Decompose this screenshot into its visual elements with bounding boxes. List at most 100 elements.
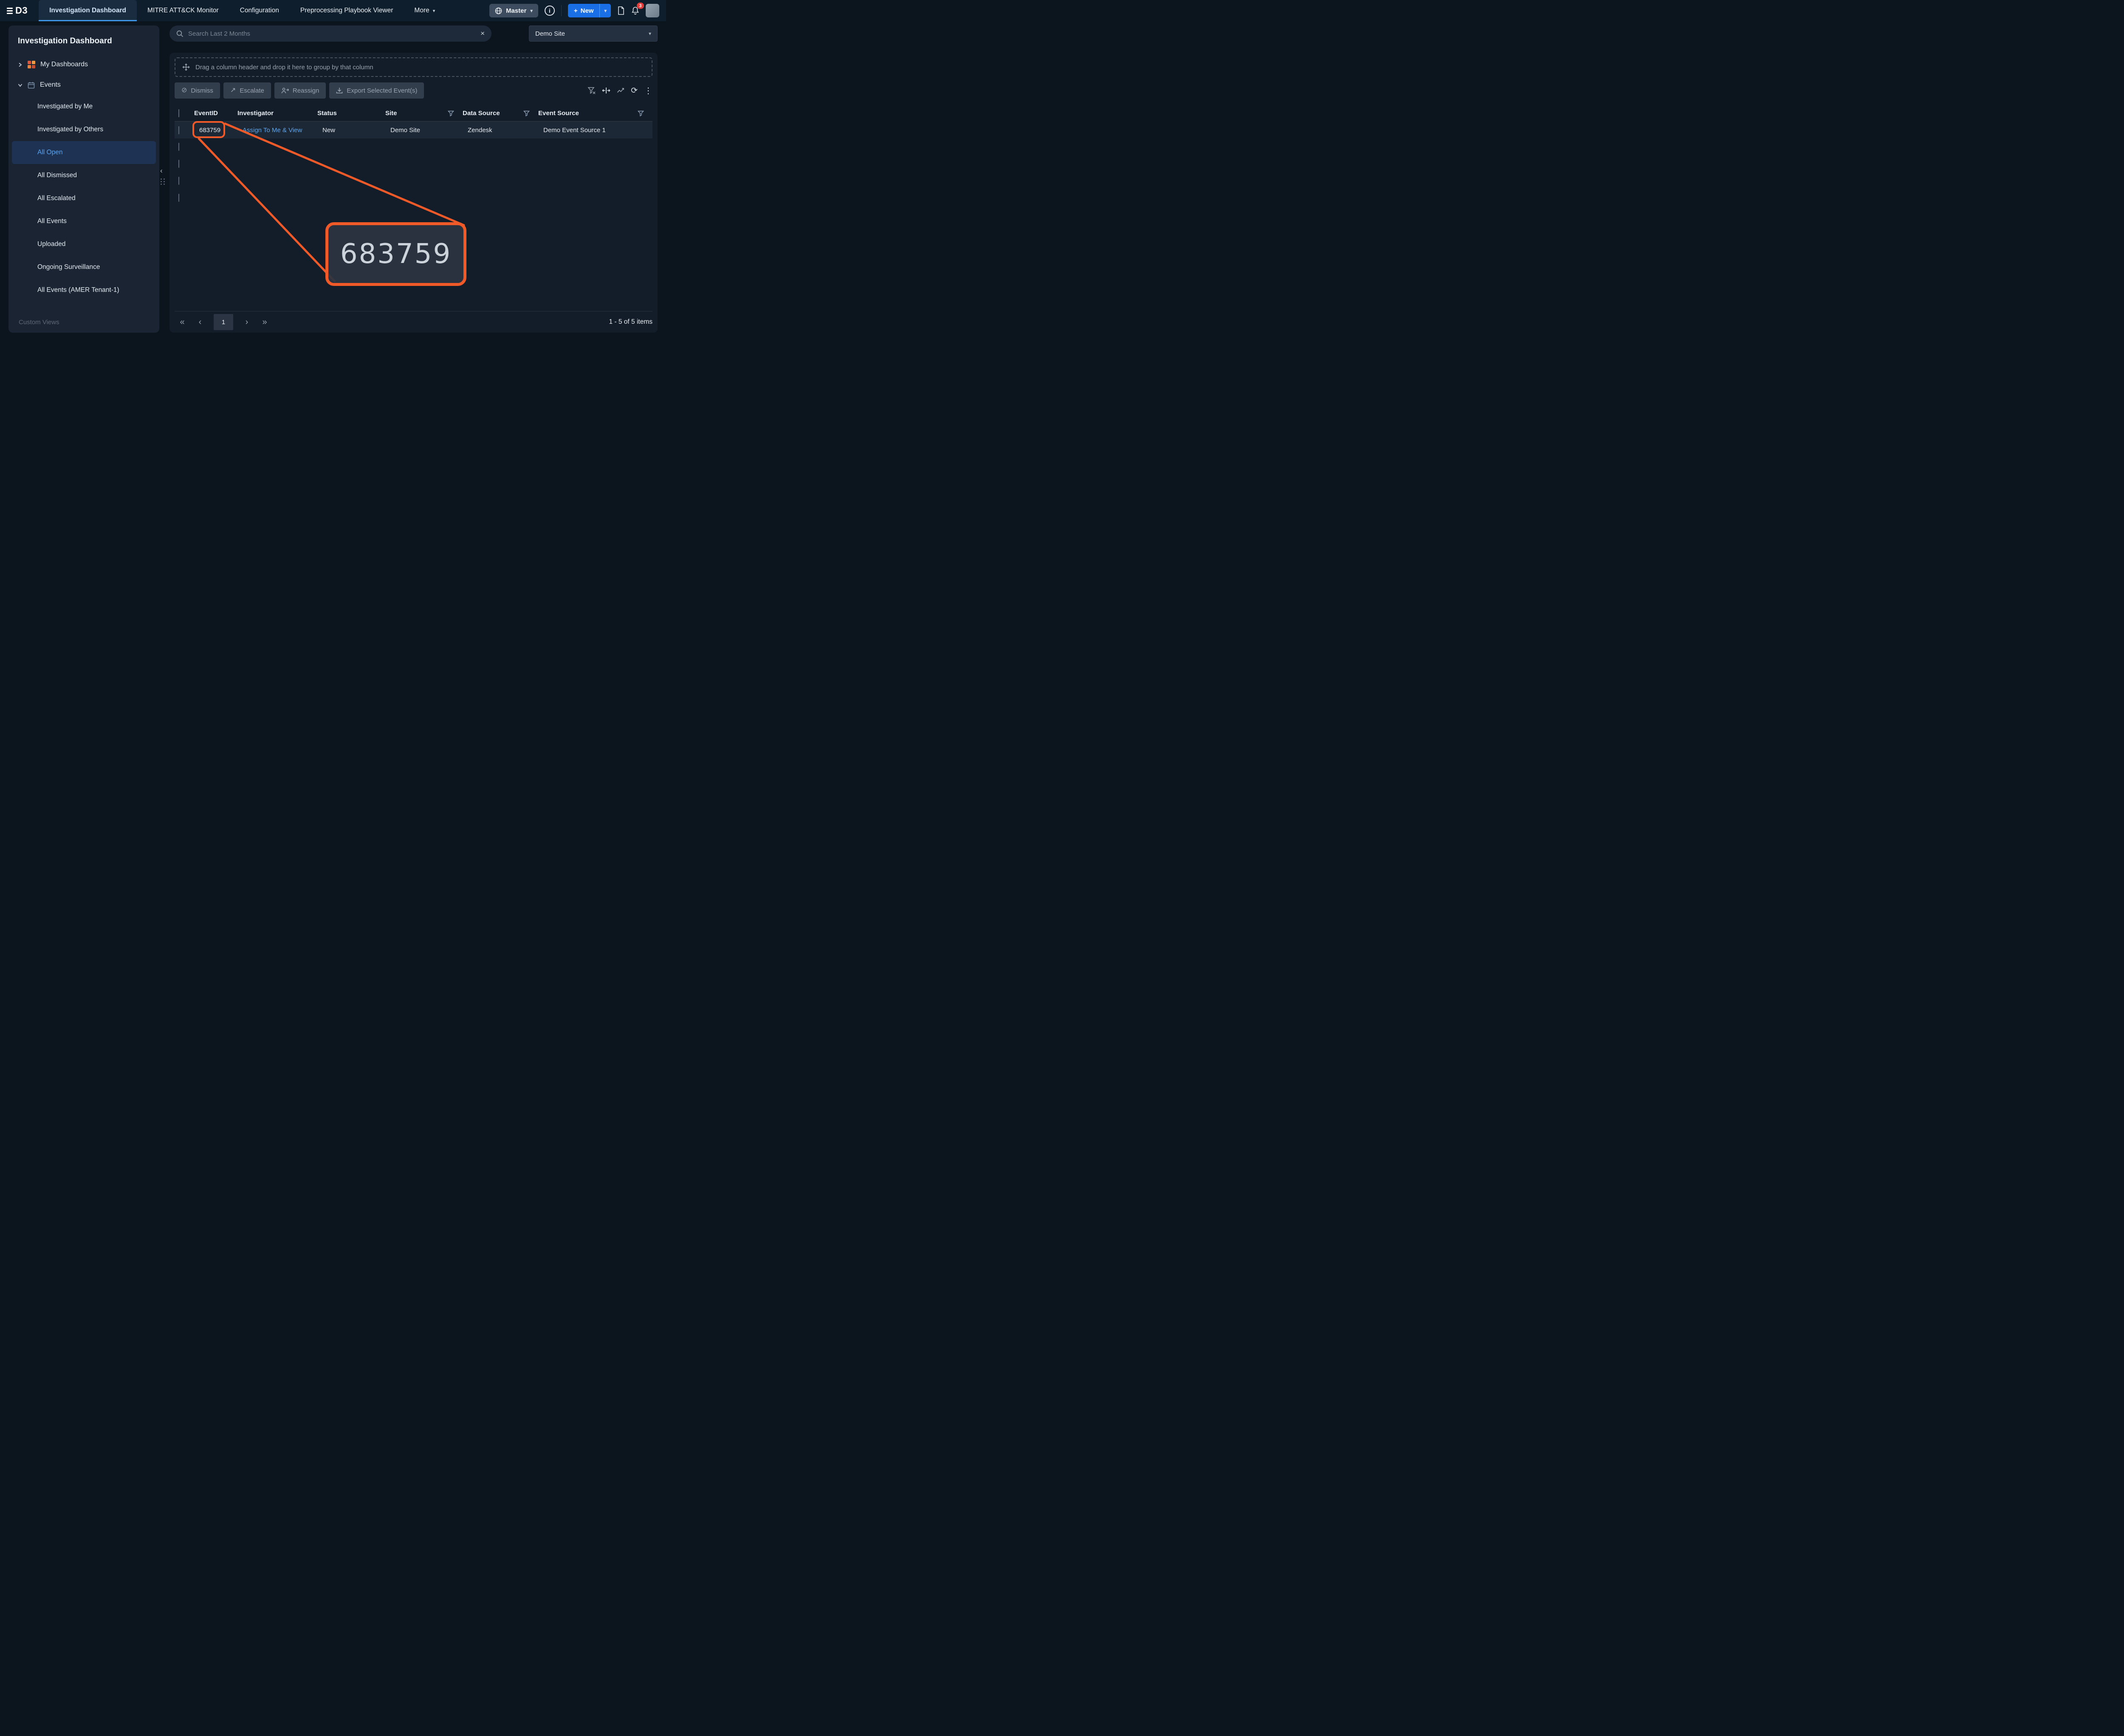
first-page-button[interactable]: « <box>175 315 190 329</box>
column-header-status[interactable]: Status <box>317 110 385 117</box>
top-navbar: D3 Investigation Dashboard MITRE ATT&CK … <box>0 0 666 21</box>
sidebar: Investigation Dashboard My Dashboards Ev… <box>8 25 159 333</box>
avatar[interactable] <box>646 4 659 17</box>
search-input[interactable] <box>188 30 476 37</box>
row-checkbox[interactable] <box>178 194 179 202</box>
select-all-checkbox[interactable] <box>178 109 179 117</box>
more-options-button[interactable]: ⋮ <box>644 85 652 96</box>
search-bar: × <box>169 25 491 42</box>
master-tenant-selector[interactable]: Master ▾ <box>489 4 538 17</box>
clear-filter-icon <box>587 87 596 94</box>
column-header-data-source[interactable]: Data Source <box>463 110 538 117</box>
toolbar-right-icons: ⟳ ⋮ <box>587 85 652 96</box>
dismiss-icon: ⊘ <box>181 87 187 94</box>
column-header-event-source[interactable]: Event Source <box>538 110 652 117</box>
export-download-icon <box>336 87 343 94</box>
tab-preprocessing-playbook-viewer[interactable]: Preprocessing Playbook Viewer <box>290 0 404 21</box>
app-root: D3 Investigation Dashboard MITRE ATT&CK … <box>0 0 666 342</box>
toolbar: ⊘ Dismiss ↗ Escalate Reassign <box>175 82 652 99</box>
chevron-down-icon: ▾ <box>649 31 651 37</box>
column-header-investigator[interactable]: Investigator <box>237 110 317 117</box>
site-selector[interactable]: Demo Site ▾ <box>529 25 658 42</box>
navbar-right: Master ▾ i + New ▾ <box>489 4 659 17</box>
chevron-down-icon: ▾ <box>433 8 435 14</box>
filter-icon[interactable] <box>448 110 454 116</box>
refresh-button[interactable]: ⟳ <box>631 86 638 96</box>
notification-badge: 3 <box>637 3 644 9</box>
filter-icon[interactable] <box>638 110 644 116</box>
d3-logo-text: D3 <box>15 5 28 16</box>
group-by-drop-zone[interactable]: Drag a column header and drop it here to… <box>175 57 652 77</box>
sidebar-item-all-events-amer-tenant-1[interactable]: All Events (AMER Tenant-1) <box>12 279 156 302</box>
sidebar-collapse-handle[interactable]: ‹ <box>160 167 163 175</box>
top-row: × Demo Site ▾ <box>169 25 658 42</box>
site-selector-value: Demo Site <box>535 30 565 37</box>
site-cell: Demo Site <box>385 127 463 134</box>
chart-view-button[interactable] <box>617 87 624 94</box>
table-row-redacted[interactable] <box>175 156 652 172</box>
new-button-caret[interactable]: ▾ <box>599 4 611 17</box>
escalate-button[interactable]: ↗ Escalate <box>223 82 271 99</box>
reassign-icon <box>281 88 289 94</box>
sidebar-item-all-dismissed[interactable]: All Dismissed <box>12 164 156 187</box>
dismiss-button[interactable]: ⊘ Dismiss <box>175 82 220 99</box>
table-row-redacted[interactable] <box>175 172 652 189</box>
info-icon[interactable]: i <box>545 6 555 16</box>
table-header-row: EventID Investigator Status Site <box>175 105 652 122</box>
chevron-down-icon: ▾ <box>604 8 607 14</box>
search-icon <box>176 30 184 37</box>
events-table: EventID Investigator Status Site <box>175 105 652 206</box>
new-button-main[interactable]: + New <box>568 4 600 17</box>
table-row-redacted[interactable] <box>175 189 652 206</box>
current-page-indicator[interactable]: 1 <box>214 314 233 330</box>
table-row[interactable]: 683759 Assign To Me & View New Demo Site… <box>175 122 652 139</box>
sidebar-item-uploaded[interactable]: Uploaded <box>12 233 156 256</box>
d3-logo-bars-icon <box>7 8 13 14</box>
clear-filter-button[interactable] <box>587 87 596 94</box>
row-checkbox[interactable] <box>178 160 179 168</box>
document-button[interactable] <box>617 6 625 15</box>
assign-to-me-link[interactable]: Assign To Me & View <box>243 127 302 134</box>
column-header-eventid[interactable]: EventID <box>194 110 237 117</box>
search-clear-icon[interactable]: × <box>480 29 485 38</box>
last-page-button[interactable]: » <box>257 315 272 329</box>
group-by-hint-text: Drag a column header and drop it here to… <box>195 64 373 71</box>
row-checkbox[interactable] <box>178 177 179 185</box>
row-checkbox[interactable] <box>178 143 179 151</box>
column-header-site[interactable]: Site <box>385 110 463 117</box>
sidebar-item-investigated-by-me[interactable]: Investigated by Me <box>12 95 156 118</box>
sidebar-item-ongoing-surveillance[interactable]: Ongoing Surveillance <box>12 256 156 279</box>
reassign-button[interactable]: Reassign <box>274 82 326 99</box>
row-checkbox[interactable] <box>178 126 179 134</box>
pagination: « ‹ 1 › » 1 - 5 of 5 items <box>175 311 652 333</box>
navbar-divider <box>561 5 562 16</box>
notifications-button[interactable]: 3 <box>631 6 639 15</box>
tab-configuration[interactable]: Configuration <box>229 0 290 21</box>
table-row-redacted[interactable] <box>175 139 652 156</box>
d3-logo: D3 <box>7 5 28 16</box>
sidebar-item-all-open[interactable]: All Open <box>12 141 156 164</box>
tab-investigation-dashboard[interactable]: Investigation Dashboard <box>39 0 137 21</box>
sidebar-item-investigated-by-others[interactable]: Investigated by Others <box>12 118 156 141</box>
previous-page-button[interactable]: ‹ <box>192 315 208 329</box>
sidebar-item-my-dashboards[interactable]: My Dashboards <box>8 54 159 75</box>
data-source-cell: Zendesk <box>463 127 538 134</box>
column-resize-button[interactable] <box>602 87 610 94</box>
tab-more[interactable]: More ▾ <box>404 0 446 21</box>
export-button[interactable]: Export Selected Event(s) <box>329 82 424 99</box>
filter-icon[interactable] <box>523 110 530 116</box>
new-button[interactable]: + New ▾ <box>568 4 611 17</box>
globe-icon <box>495 7 502 14</box>
pagination-summary: 1 - 5 of 5 items <box>609 318 652 326</box>
event-source-cell: Demo Event Source 1 <box>538 127 652 134</box>
status-cell: New <box>317 127 385 134</box>
sidebar-item-all-escalated[interactable]: All Escalated <box>12 187 156 210</box>
sidebar-item-events[interactable]: Events <box>8 75 159 95</box>
next-page-button[interactable]: › <box>239 315 254 329</box>
sidebar-item-all-events[interactable]: All Events <box>12 210 156 233</box>
chart-icon <box>617 87 624 94</box>
dashboards-grid-icon <box>28 61 35 68</box>
sidebar-drag-handle[interactable] <box>161 178 165 185</box>
tab-mitre-attck-monitor[interactable]: MITRE ATT&CK Monitor <box>137 0 229 21</box>
document-icon <box>617 6 625 15</box>
